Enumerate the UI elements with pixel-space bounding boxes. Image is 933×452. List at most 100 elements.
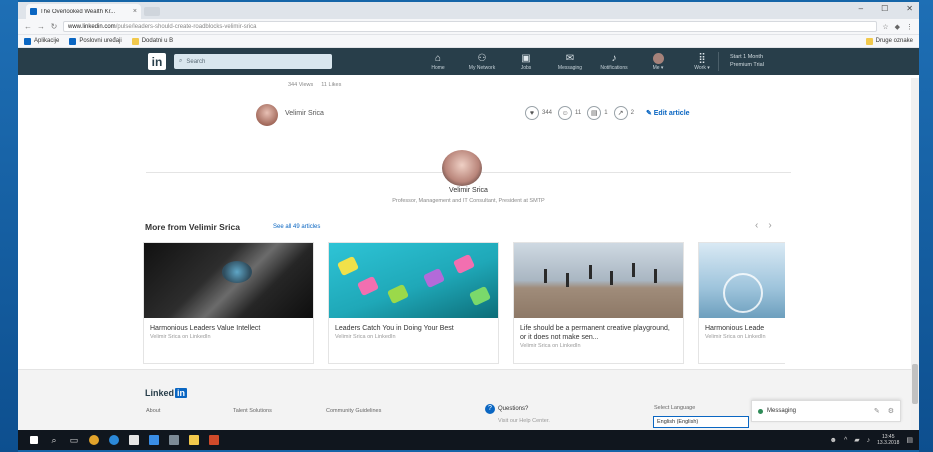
powerpoint-icon[interactable] <box>204 430 224 450</box>
maximize-button[interactable]: ☐ <box>881 4 888 13</box>
bookmark-poslovni[interactable]: Poslovni uređaji <box>69 37 122 45</box>
action-reactions[interactable]: ☺ 11 <box>558 106 581 120</box>
reload-icon[interactable]: ↻ <box>50 22 58 31</box>
card-harmonious-leade[interactable]: Harmonious Leade Velimir Srica on Linked… <box>698 242 785 364</box>
nav-home[interactable]: ⌂ Home <box>416 48 460 75</box>
folder-icon[interactable] <box>184 430 204 450</box>
explorer-icon[interactable] <box>164 430 184 450</box>
other-bookmarks[interactable]: Druge oznake <box>865 37 913 45</box>
footer-link-talent[interactable]: Talent Solutions <box>233 408 272 414</box>
nav-label: Me ▾ <box>652 64 664 71</box>
article-thumbnail <box>699 243 785 318</box>
messaging-widget[interactable]: Messaging ✎ ⚙ <box>751 400 901 422</box>
action-shares[interactable]: ↗ 2 <box>613 106 634 120</box>
views-count[interactable]: 344 Views <box>288 82 313 88</box>
profile-name[interactable]: Velimir Srica <box>18 187 919 194</box>
address-bar-row: ← → ↻ www.linkedin.com /pulse/leaders-sh… <box>18 19 919 35</box>
settings-icon[interactable]: ⚙ <box>888 407 894 415</box>
bookmark-apps[interactable]: Aplikacije <box>24 37 59 45</box>
people-icon[interactable]: ☻ <box>830 437 837 444</box>
nav-my-network[interactable]: ⚇ My Network <box>460 48 504 75</box>
new-tab-button[interactable] <box>144 7 160 16</box>
nav-items: ⌂ Home ⚇ My Network ▣ Jobs ✉ Messaging ♪ Noti… <box>416 48 724 75</box>
questions-heading: Questions? <box>498 406 529 412</box>
edge-icon[interactable] <box>104 430 124 450</box>
nav-messaging[interactable]: ✉ Messaging <box>548 48 592 75</box>
profile-avatar[interactable] <box>442 150 482 186</box>
author-avatar[interactable] <box>256 104 278 126</box>
messaging-icons: ✎ ⚙ <box>874 407 894 415</box>
card-leaders-catch[interactable]: Leaders Catch You in Doing Your Best Vel… <box>328 242 499 364</box>
mail-icon[interactable] <box>144 430 164 450</box>
footer-link-community[interactable]: Community Guidelines <box>326 408 381 414</box>
search-placeholder: Search <box>186 58 206 65</box>
help-center-link[interactable]: Visit our Help Center. <box>498 418 550 424</box>
carousel-pager: ‹ › <box>755 220 772 231</box>
action-comments[interactable]: ▤ 1 <box>587 106 608 120</box>
tab-close-icon[interactable]: × <box>133 8 137 15</box>
search-input[interactable]: ⌕ Search <box>174 54 332 69</box>
messaging-label: Messaging <box>767 408 797 414</box>
card-title: Harmonious Leade <box>705 325 765 332</box>
network-icon[interactable]: ▰ <box>854 436 859 444</box>
see-all-articles-link[interactable]: See all 49 articles <box>273 224 320 230</box>
scrollbar-thumb[interactable] <box>912 364 918 404</box>
chevron-right-icon[interactable]: › <box>768 220 771 231</box>
store-icon[interactable] <box>124 430 144 450</box>
footer-logo-in: in <box>175 388 188 398</box>
desktop-background-right <box>919 0 933 452</box>
card-harmonious-leaders[interactable]: Harmonious Leaders Value Intellect Velim… <box>143 242 314 364</box>
card-life-playground[interactable]: Life should be a permanent creative play… <box>513 242 684 364</box>
search-icon: ⌕ <box>179 58 183 64</box>
url-field[interactable]: www.linkedin.com /pulse/leaders-should-c… <box>63 21 878 32</box>
more-from-title: More from Velimir Srica <box>145 222 240 232</box>
chevron-up-icon[interactable]: ^ <box>844 437 847 444</box>
volume-icon[interactable]: ♪ <box>867 437 871 444</box>
home-icon: ⌂ <box>434 52 442 64</box>
bookmark-dodatni[interactable]: Dodatni u B <box>131 37 173 45</box>
premium-trial-link[interactable]: Start 1 Month Premium Trial <box>730 53 764 69</box>
question-icon: ? <box>485 404 495 414</box>
desktop-background-left <box>0 0 18 452</box>
chrome-icon[interactable] <box>84 430 104 450</box>
windows-start-icon[interactable] <box>24 430 44 450</box>
scrollbar[interactable] <box>911 78 919 430</box>
linkedin-logo[interactable]: in <box>148 53 166 70</box>
back-icon[interactable]: ← <box>24 22 32 31</box>
minimize-button[interactable]: – <box>859 4 863 13</box>
action-likes[interactable]: ♥ 344 <box>525 106 552 120</box>
nav-label: Notifications <box>600 64 628 71</box>
search-icon[interactable]: ⌕ <box>44 430 64 450</box>
footer-logo-text: Linked <box>145 388 175 398</box>
bookmark-star-icon[interactable]: ☆ <box>882 23 888 31</box>
nav-jobs[interactable]: ▣ Jobs <box>504 48 548 75</box>
likes-count[interactable]: 11 Likes <box>321 82 341 88</box>
bookmark-label: Druge oznake <box>875 38 913 44</box>
extension-icon[interactable]: ◆ <box>895 23 900 31</box>
compose-icon[interactable]: ✎ <box>874 407 880 415</box>
windows-taskbar: ⌕ ▭ ☻ ^ ▰ ♪ 13:45 13.3.2018 ▤ <box>18 430 919 450</box>
notifications-icon[interactable]: ▤ <box>906 436 913 444</box>
footer-linkedin-logo[interactable]: Linked in <box>145 388 188 398</box>
article-stats: 344 Views 11 Likes <box>288 82 341 88</box>
linkedin-favicon-icon <box>30 8 37 15</box>
chevron-left-icon[interactable]: ‹ <box>755 220 758 231</box>
edit-article-button[interactable]: ✎ Edit article <box>646 109 690 117</box>
nav-me[interactable]: Me ▾ <box>636 48 680 75</box>
author-name[interactable]: Velimir Srica <box>285 110 324 117</box>
card-title: Leaders Catch You in Doing Your Best <box>335 325 454 332</box>
task-view-icon[interactable]: ▭ <box>64 430 84 450</box>
menu-icon[interactable]: ⋮ <box>906 23 913 31</box>
tab-title: The Overlooked Wealth Kr... <box>40 8 116 15</box>
bookmark-label: Poslovni uređaji <box>79 38 122 44</box>
close-window-button[interactable]: ✕ <box>906 4 913 13</box>
forward-icon[interactable]: → <box>37 22 45 31</box>
network-icon: ⚇ <box>477 52 487 64</box>
messaging-icon: ✉ <box>565 52 575 64</box>
footer-link-about[interactable]: About <box>146 408 160 414</box>
action-count: 344 <box>542 110 553 116</box>
browser-tab[interactable]: The Overlooked Wealth Kr... × <box>26 4 141 19</box>
nav-notifications[interactable]: ♪ Notifications <box>592 48 636 75</box>
clock[interactable]: 13:45 13.3.2018 <box>877 434 899 446</box>
language-select[interactable]: English (English) <box>653 416 749 428</box>
